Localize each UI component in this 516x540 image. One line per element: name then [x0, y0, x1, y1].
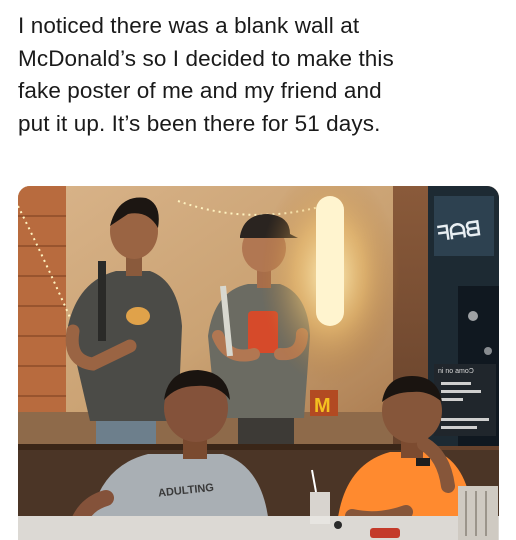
menu-sign-text: ni no amoƆ [438, 368, 474, 375]
caption-line-1: I noticed there was a blank wall at [18, 13, 360, 38]
hanging-lamp [316, 196, 344, 326]
photo: ᖷᗩᗺ ni no amoƆ M ADULTING [18, 186, 499, 540]
wallet [370, 528, 400, 538]
mcdonalds-logo: M [314, 395, 331, 417]
caption-line-3: fake poster of me and my friend and [18, 78, 382, 103]
menu-sign: ni no amoƆ [434, 364, 496, 436]
post-caption: I noticed there was a blank wall at McDo… [18, 10, 508, 140]
table [18, 516, 499, 540]
trash-bin [458, 486, 498, 540]
cup [310, 492, 330, 524]
caption-line-4: put it up. It’s been there for 51 days. [18, 110, 381, 136]
car-key [334, 521, 342, 529]
caption-line-2: McDonald’s so I decided to make this [18, 45, 394, 71]
